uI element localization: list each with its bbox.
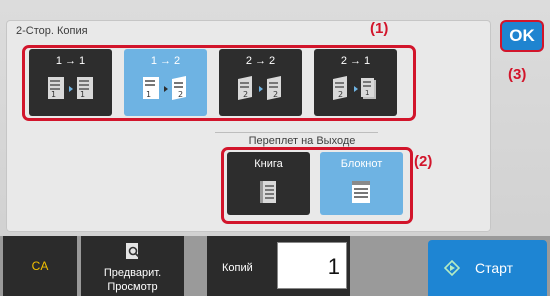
ok-button[interactable]: OK xyxy=(502,22,542,50)
preview-label-line2: Просмотр xyxy=(107,281,158,293)
binding-output-title: Переплет на Выходе xyxy=(248,135,356,147)
preview-button[interactable]: Предварит. Просмотр xyxy=(81,236,184,296)
duplex-2-2-icon: 2 2 xyxy=(238,76,281,100)
binding-divider xyxy=(215,132,378,133)
duplex-1-2-button[interactable]: 1 → 2 1 2 xyxy=(124,49,207,116)
binding-tablet-label: Блокнот xyxy=(340,158,383,170)
duplex-copy-title: 2-Стор. Копия xyxy=(16,25,88,37)
preview-label-line1: Предварит. xyxy=(103,267,162,279)
duplex-1-1-label: 1 → 1 xyxy=(55,55,86,67)
preview-icon xyxy=(126,243,140,259)
preview-label: Предварит. Просмотр xyxy=(81,266,184,294)
svg-text:1: 1 xyxy=(80,90,85,99)
tablet-binding-icon xyxy=(352,181,370,203)
svg-text:1: 1 xyxy=(51,90,56,99)
callout-1: (1) xyxy=(370,20,389,37)
binding-book-label: Книга xyxy=(254,158,283,170)
svg-text:2: 2 xyxy=(178,90,183,99)
binding-tablet-button[interactable]: Блокнот xyxy=(320,152,403,215)
duplex-1-1-button[interactable]: 1 → 1 1 1 xyxy=(29,49,112,116)
duplex-2-1-label: 2 → 1 xyxy=(340,55,371,67)
duplex-1-2-label: 1 → 2 xyxy=(150,55,181,67)
svg-text:2: 2 xyxy=(338,90,343,99)
start-button[interactable]: Старт xyxy=(428,240,547,296)
start-icon xyxy=(444,260,460,276)
binding-book-button[interactable]: Книга xyxy=(227,152,310,215)
svg-text:2: 2 xyxy=(273,90,278,99)
clear-all-button[interactable]: CA xyxy=(3,236,77,296)
duplex-2-1-button[interactable]: 2 → 1 2 1 xyxy=(314,49,397,116)
callout-2: (2) xyxy=(414,153,433,170)
copies-label: Копий xyxy=(222,262,253,274)
start-label: Старт xyxy=(475,260,514,276)
duplex-1-1-icon: 1 1 xyxy=(48,77,93,99)
duplex-2-2-button[interactable]: 2 → 2 2 2 xyxy=(219,49,302,116)
svg-text:1: 1 xyxy=(365,89,369,97)
book-binding-icon xyxy=(260,181,276,203)
duplex-2-1-icon: 2 1 xyxy=(333,76,376,100)
duplex-1-2-icon: 1 2 xyxy=(143,76,186,100)
duplex-2-2-label: 2 → 2 xyxy=(245,55,276,67)
callout-3: (3) xyxy=(508,66,527,83)
svg-text:2: 2 xyxy=(243,90,248,99)
copies-input[interactable]: 1 xyxy=(277,242,347,289)
svg-text:1: 1 xyxy=(146,90,151,99)
copy-settings-screen: 2-Стор. Копия 1 → 1 1 1 1 → 2 1 2 2 → 2 xyxy=(0,0,550,296)
